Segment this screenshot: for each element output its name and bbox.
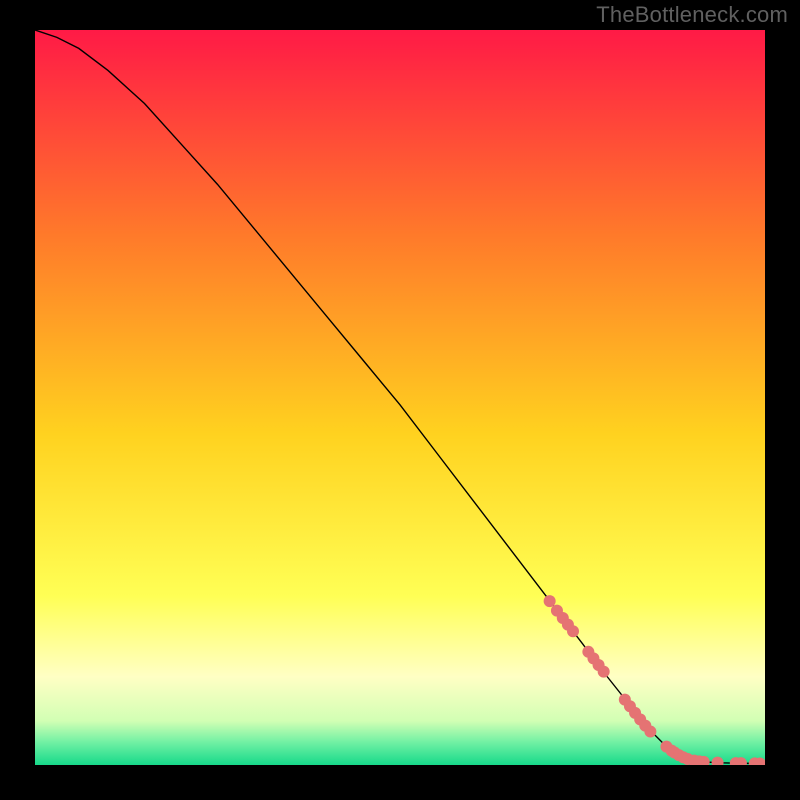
marker-point [644,726,656,738]
marker-point [567,625,579,637]
plot-area [35,30,765,765]
marker-point [598,666,610,678]
marker-point [544,595,556,607]
chart-frame: TheBottleneck.com [0,0,800,800]
watermark-text: TheBottleneck.com [596,2,788,28]
chart-svg [35,30,765,765]
gradient-bg [35,30,765,765]
